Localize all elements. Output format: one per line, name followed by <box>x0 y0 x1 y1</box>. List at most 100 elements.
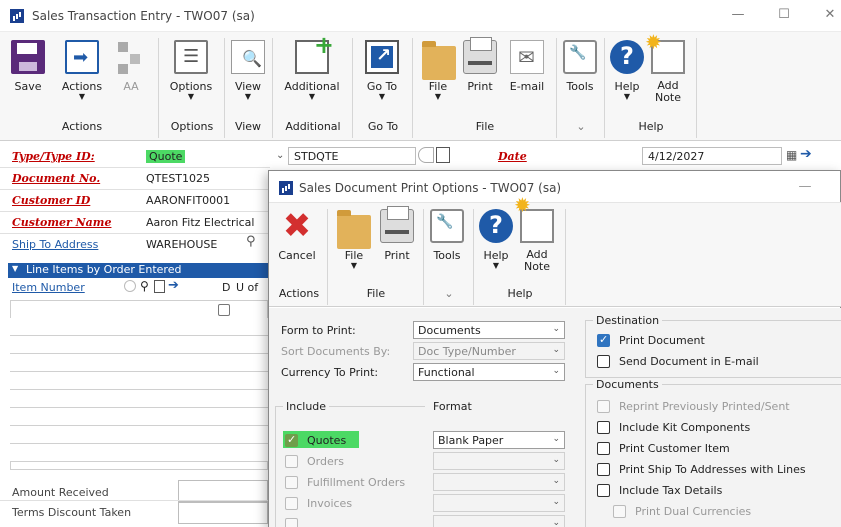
orders-format-select[interactable]: ⌄ <box>433 452 565 470</box>
grid-row-checkbox[interactable] <box>218 304 230 316</box>
returns-format-select[interactable]: ⌄ <box>433 515 565 527</box>
table-row[interactable] <box>10 336 268 354</box>
form-to-print-select[interactable]: Documents ⌄ <box>413 321 565 339</box>
tools-button[interactable]: Tools <box>562 40 598 93</box>
document-no-field[interactable]: QTEST1025 <box>140 169 268 187</box>
add-note-button[interactable]: Add Note <box>645 30 688 104</box>
group-additional: Additional <box>285 120 341 133</box>
dialog-app-icon <box>279 181 293 195</box>
actions-button[interactable]: Actions▼ <box>56 40 108 101</box>
app-icon <box>10 9 24 23</box>
ship-to-lines-checkbox[interactable] <box>597 463 610 476</box>
table-row[interactable] <box>10 390 268 408</box>
table-row[interactable] <box>10 354 268 372</box>
type-id-field[interactable]: STDQTE <box>288 147 416 165</box>
aa-icon <box>114 40 148 74</box>
dialog-help-button[interactable]: Help▼ <box>479 209 513 270</box>
ship-to-lines-label: Print Ship To Addresses with Lines <box>619 463 806 476</box>
ship-to-address-link[interactable]: Ship To Address <box>12 238 98 251</box>
quotes-format-select[interactable]: Blank Paper ⌄ <box>433 431 565 449</box>
group-view: View <box>234 120 262 133</box>
kit-components-checkbox[interactable] <box>597 421 610 434</box>
reprint-checkbox[interactable] <box>597 400 610 413</box>
table-row[interactable] <box>10 408 268 426</box>
date-expand-arrow-icon[interactable]: ➔ <box>800 146 812 162</box>
type-dropdown[interactable]: Quote <box>140 147 288 165</box>
grid-expand-icon[interactable]: ➔ <box>168 278 179 293</box>
calendar-icon[interactable]: ▦ <box>786 148 797 162</box>
customer-item-checkbox[interactable] <box>597 442 610 455</box>
sort-by-label: Sort Documents By: <box>281 345 391 358</box>
help-icon <box>479 209 513 243</box>
sort-by-select[interactable]: Doc Type/Number ⌄ <box>413 342 565 360</box>
document-icon[interactable] <box>436 147 450 163</box>
tools-icon <box>430 209 464 243</box>
currency-select[interactable]: Functional ⌄ <box>413 363 565 381</box>
orders-checkbox[interactable] <box>285 455 298 468</box>
goto-icon <box>365 40 399 74</box>
dialog-add-note-button[interactable]: Add Note <box>514 199 557 273</box>
tax-details-checkbox[interactable] <box>597 484 610 497</box>
goto-button[interactable]: Go To▼ <box>362 40 402 101</box>
tools-icon <box>563 40 597 74</box>
print-document-checkbox[interactable] <box>597 333 610 347</box>
view-button[interactable]: View▼ <box>230 40 266 101</box>
options-button[interactable]: Options▼ <box>166 40 216 101</box>
minimize-button[interactable]: — <box>728 7 748 22</box>
type-label: Type/Type ID: <box>12 150 95 163</box>
customer-name-field[interactable]: Aaron Fitz Electrical <box>140 213 268 231</box>
amount-received-field[interactable] <box>178 480 268 502</box>
chevron-down-icon: ⌄ <box>552 455 560 465</box>
item-number-column[interactable]: Item Number <box>12 281 85 294</box>
date-field[interactable]: 4/12/2027 <box>642 147 782 165</box>
chevron-down-icon: ⌄ <box>552 497 560 507</box>
destination-label: Destination <box>593 314 663 327</box>
returns-checkbox[interactable] <box>285 518 298 527</box>
customer-id-field[interactable]: AARONFIT0001 <box>140 191 268 209</box>
additional-button[interactable]: Additional▼ <box>280 31 344 101</box>
format-label: Format <box>433 400 472 413</box>
file-button[interactable]: File ▼ <box>422 40 456 101</box>
send-email-checkbox[interactable] <box>597 355 610 368</box>
help-button[interactable]: Help▼ <box>610 40 644 101</box>
view-icon <box>231 40 265 74</box>
uom-column[interactable]: U of <box>236 281 258 294</box>
dialog-print-button[interactable]: Print <box>379 206 415 262</box>
dialog-tools-button[interactable]: Tools <box>429 209 465 262</box>
include-label: Include <box>283 400 330 413</box>
email-button[interactable]: E-mail <box>504 40 550 93</box>
maximize-button[interactable]: ☐ <box>774 7 794 22</box>
close-button[interactable]: ✕ <box>820 7 840 22</box>
group-options: Options <box>170 120 214 133</box>
cancel-button[interactable]: ✖ Cancel <box>275 209 319 262</box>
d-column[interactable]: D <box>222 281 230 294</box>
ship-to-lookup-icon[interactable]: ⚲ <box>246 234 256 249</box>
aa-button[interactable]: AA <box>114 40 148 93</box>
dialog-file-button[interactable]: File ▼ <box>337 209 371 270</box>
invoices-checkbox[interactable] <box>285 497 298 510</box>
grid-search-icon[interactable]: ⚲ <box>140 279 149 293</box>
dual-currencies-checkbox[interactable] <box>613 505 626 518</box>
orders-label: Orders <box>307 455 344 468</box>
quotes-checkbox-mark[interactable] <box>285 433 298 447</box>
line-items-header[interactable]: Line Items by Order Entered <box>8 263 268 278</box>
invoices-format-select[interactable]: ⌄ <box>433 494 565 512</box>
terms-discount-label: Terms Discount Taken <box>12 506 132 519</box>
table-row[interactable] <box>10 318 268 336</box>
ship-to-address-field[interactable]: WAREHOUSE <box>140 235 244 253</box>
table-row[interactable] <box>10 444 268 462</box>
grid-lookup-icon[interactable] <box>124 280 136 292</box>
table-row[interactable] <box>10 372 268 390</box>
lookup-icon[interactable] <box>418 147 434 163</box>
chevron-down-icon: ⌄ <box>552 366 560 376</box>
fulfillment-format-select[interactable]: ⌄ <box>433 473 565 491</box>
terms-discount-field[interactable] <box>178 502 268 524</box>
print-button[interactable]: Print <box>462 37 498 93</box>
dialog-minimize-button[interactable]: — <box>795 179 815 194</box>
table-row[interactable] <box>10 426 268 444</box>
fulfillment-orders-checkbox[interactable] <box>285 476 298 489</box>
save-button[interactable]: Save <box>8 40 48 93</box>
grid-document-icon[interactable] <box>154 280 165 293</box>
group-tools: ⌄ <box>576 120 586 133</box>
options-icon <box>174 40 208 74</box>
